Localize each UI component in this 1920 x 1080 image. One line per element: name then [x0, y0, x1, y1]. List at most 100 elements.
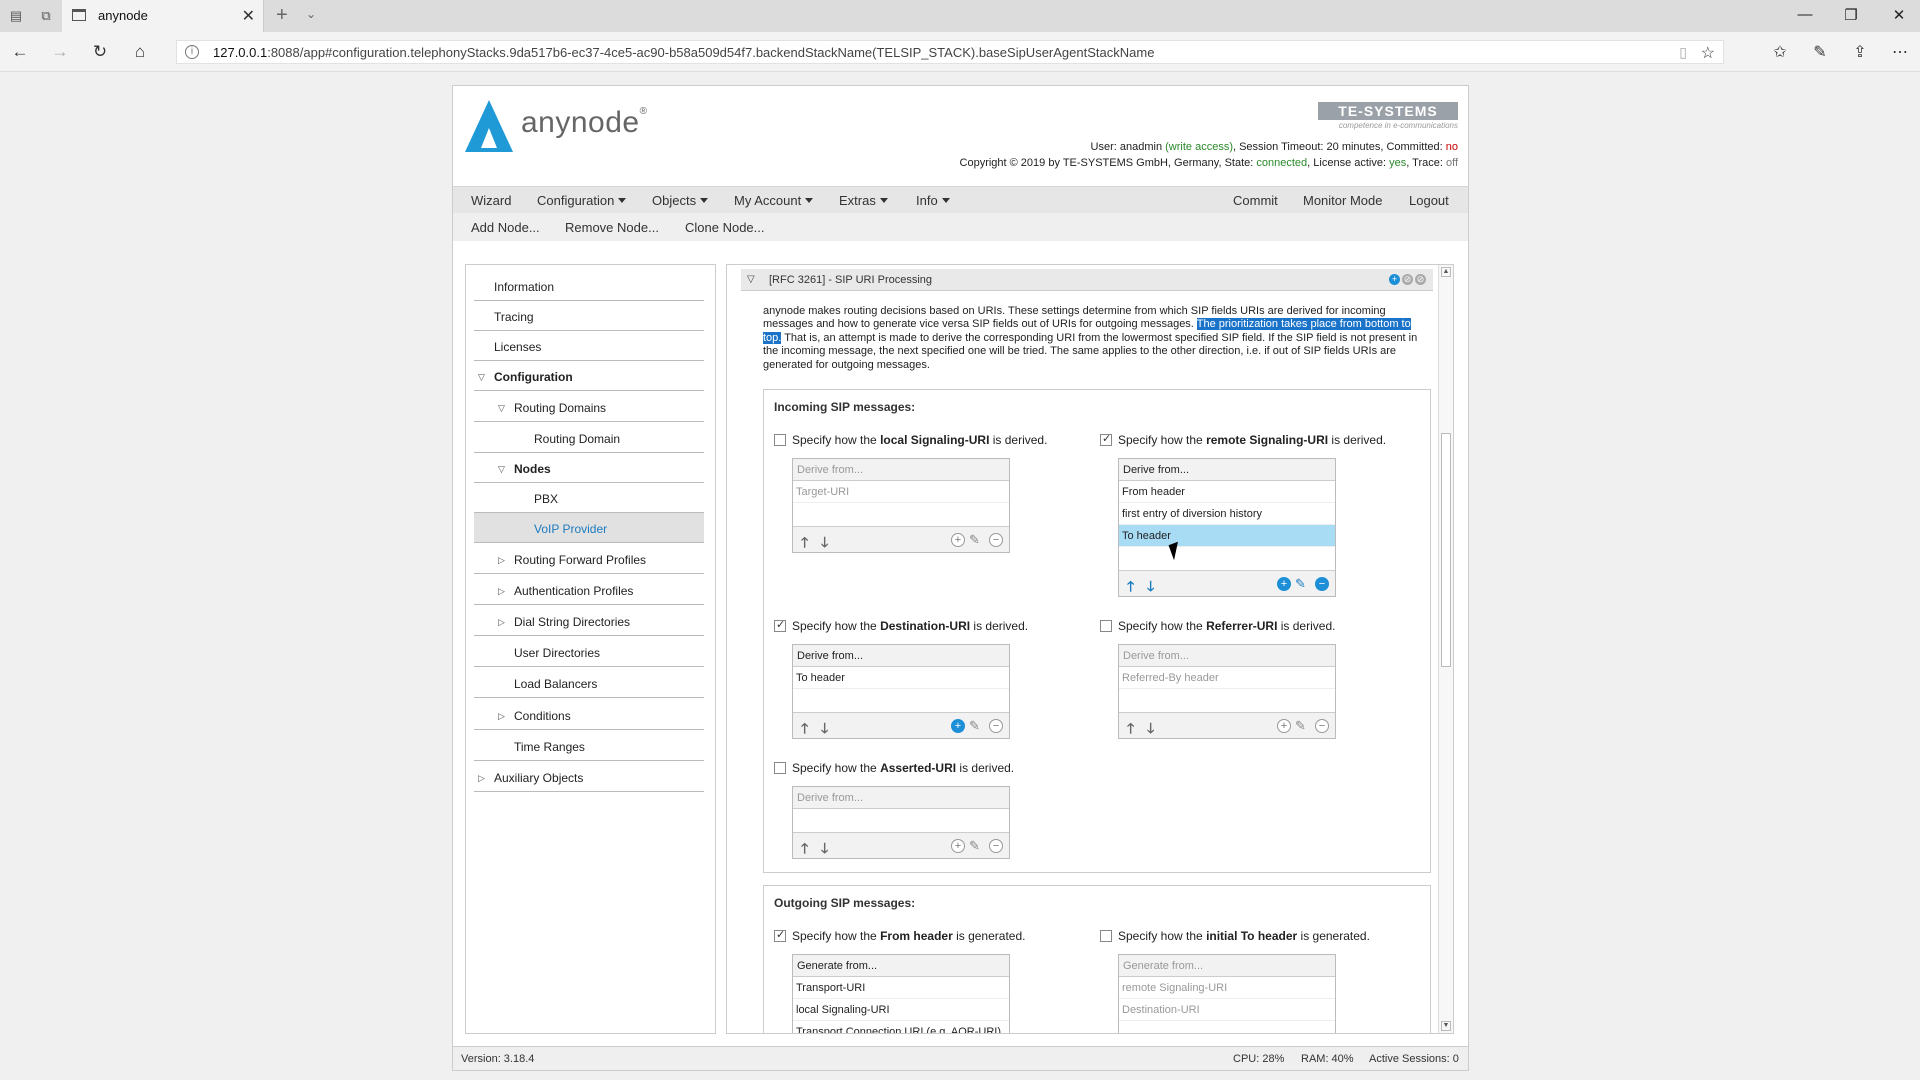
list-item[interactable]: Transport-URI: [793, 977, 1009, 999]
main-scrollbar[interactable]: ▲ ▼: [1438, 265, 1453, 1033]
remote-signaling-checkbox[interactable]: [1100, 432, 1112, 446]
to-header-checkbox[interactable]: [1100, 930, 1112, 942]
add-icon[interactable]: +: [1277, 719, 1291, 733]
remove-icon[interactable]: −: [1315, 577, 1329, 591]
home-icon[interactable]: ⌂: [128, 42, 152, 62]
edit-icon[interactable]: ✎: [969, 718, 980, 734]
menu-logout[interactable]: Logout: [1409, 193, 1449, 208]
move-up-icon[interactable]: 🡑: [801, 532, 808, 556]
sidebar-item-pbx[interactable]: PBX: [474, 483, 704, 513]
collapsed-triangle-icon[interactable]: ▷: [498, 586, 505, 597]
menu-objects[interactable]: Objects: [652, 193, 709, 208]
move-down-icon[interactable]: 🡓: [821, 838, 828, 862]
section-header[interactable]: ▽ [RFC 3261] - SIP URI Processing + ⊘ ⊘: [741, 269, 1433, 291]
close-window-icon[interactable]: ✕: [1884, 6, 1914, 24]
close-tab-icon[interactable]: ✕: [242, 6, 255, 26]
sidebar-item-dial-string-directories[interactable]: ▷ Dial String Directories: [474, 606, 704, 636]
menu-wizard[interactable]: Wizard: [471, 193, 511, 208]
add-icon[interactable]: +: [951, 533, 965, 547]
menu-commit[interactable]: Commit: [1233, 193, 1278, 208]
local-signaling-checkbox[interactable]: [774, 434, 786, 446]
move-down-icon[interactable]: 🡓: [1147, 718, 1154, 742]
move-up-icon[interactable]: 🡑: [1127, 718, 1134, 742]
edit-icon[interactable]: ✎: [969, 838, 980, 854]
referrer-uri-checkbox[interactable]: [1100, 620, 1112, 632]
sidebar-item-routing-domain[interactable]: Routing Domain: [474, 423, 704, 453]
collapsed-triangle-icon[interactable]: ▷: [498, 711, 505, 722]
sidebar-item-licenses[interactable]: Licenses: [474, 331, 704, 361]
list-item[interactable]: From header: [1119, 481, 1335, 503]
asserted-uri-checkbox[interactable]: [774, 762, 786, 774]
favorite-star-icon[interactable]: ☆: [1701, 43, 1715, 63]
move-up-icon[interactable]: 🡑: [1127, 576, 1134, 600]
collapsed-triangle-icon[interactable]: ▷: [478, 773, 485, 784]
expanded-triangle-icon[interactable]: ▽: [498, 403, 505, 414]
menu-configuration[interactable]: Configuration: [537, 193, 627, 208]
sidebar-item-nodes[interactable]: ▽ Nodes: [474, 453, 704, 483]
sidebar-item-routing-forward-profiles[interactable]: ▷ Routing Forward Profiles: [474, 544, 704, 574]
address-bar[interactable]: i 127.0.0.1:8088/app#configuration.telep…: [176, 40, 1724, 64]
site-info-icon[interactable]: i: [185, 45, 199, 59]
expanded-triangle-icon[interactable]: ▽: [498, 464, 505, 475]
list-item[interactable]: local Signaling-URI: [793, 999, 1009, 1021]
refresh-icon[interactable]: ↻: [88, 42, 112, 62]
add-icon[interactable]: +: [951, 839, 965, 853]
list-item[interactable]: remote Signaling-URI: [1119, 977, 1335, 999]
forward-icon[interactable]: →: [48, 42, 72, 62]
move-down-icon[interactable]: 🡓: [1147, 576, 1154, 600]
set-aside-tabs-icon[interactable]: ⧉: [38, 8, 54, 24]
share-icon[interactable]: ⇪: [1848, 42, 1872, 62]
expanded-triangle-icon[interactable]: ▽: [478, 372, 485, 383]
more-icon[interactable]: ⋯: [1888, 42, 1912, 62]
move-up-icon[interactable]: 🡑: [801, 718, 808, 742]
minimize-icon[interactable]: —: [1790, 6, 1820, 23]
move-down-icon[interactable]: 🡓: [821, 718, 828, 742]
list-item[interactable]: Transport Connection URI (e.g. AOR-URI): [793, 1021, 1009, 1033]
favorites-icon[interactable]: ✩: [1768, 42, 1792, 62]
edit-icon[interactable]: ✎: [1295, 576, 1306, 592]
remove-icon[interactable]: −: [989, 839, 1003, 853]
restore-icon[interactable]: ❐: [1836, 6, 1866, 24]
scroll-thumb[interactable]: [1441, 433, 1451, 667]
add-icon[interactable]: +: [1277, 577, 1291, 591]
collapsed-triangle-icon[interactable]: ▷: [498, 617, 505, 628]
reading-view-icon[interactable]: ▯: [1679, 44, 1687, 61]
edit-icon[interactable]: ✎: [969, 532, 980, 548]
edit-icon[interactable]: ✎: [1295, 718, 1306, 734]
help-icon[interactable]: ⊘: [1415, 274, 1426, 285]
sidebar-item-auxiliary-objects[interactable]: ▷ Auxiliary Objects: [474, 762, 704, 792]
new-tab-icon[interactable]: +: [276, 4, 288, 27]
back-icon[interactable]: ←: [8, 42, 32, 62]
sidebar-item-configuration[interactable]: ▽ Configuration: [474, 361, 704, 391]
remove-node-button[interactable]: Remove Node...: [565, 220, 659, 235]
list-item[interactable]: Destination-URI: [1119, 999, 1335, 1021]
sidebar-item-tracing[interactable]: Tracing: [474, 301, 704, 331]
scroll-up-icon[interactable]: ▲: [1441, 267, 1451, 277]
reset-icon[interactable]: ⊘: [1402, 274, 1413, 285]
list-item[interactable]: Referred-By header: [1119, 667, 1335, 689]
expanded-triangle-icon[interactable]: ▽: [747, 274, 755, 285]
add-icon[interactable]: +: [951, 719, 965, 733]
move-down-icon[interactable]: 🡓: [821, 532, 828, 556]
url-text[interactable]: 127.0.0.1:8088/app#configuration.telepho…: [213, 45, 1154, 60]
from-header-checkbox[interactable]: [774, 928, 786, 942]
scroll-down-icon[interactable]: ▼: [1441, 1021, 1451, 1031]
expand-all-icon[interactable]: +: [1389, 274, 1400, 285]
sidebar-item-voip-provider[interactable]: VoIP Provider: [474, 513, 704, 543]
add-node-button[interactable]: Add Node...: [471, 220, 540, 235]
notes-pen-icon[interactable]: ✎: [1808, 42, 1832, 62]
menu-extras[interactable]: Extras: [839, 193, 888, 208]
remove-icon[interactable]: −: [1315, 719, 1329, 733]
list-item[interactable]: first entry of diversion history: [1119, 503, 1335, 525]
move-up-icon[interactable]: 🡑: [801, 838, 808, 862]
sidebar-item-routing-domains[interactable]: ▽ Routing Domains: [474, 392, 704, 422]
menu-info[interactable]: Info: [916, 193, 950, 208]
sidebar-item-user-directories[interactable]: User Directories: [474, 637, 704, 667]
remove-icon[interactable]: −: [989, 533, 1003, 547]
destination-uri-checkbox[interactable]: [774, 618, 786, 632]
tab-preview-chevron-icon[interactable]: ⌄: [306, 7, 316, 21]
remove-icon[interactable]: −: [989, 719, 1003, 733]
list-item[interactable]: To header: [793, 667, 1009, 689]
tab-list-icon[interactable]: ▤: [8, 8, 24, 24]
sidebar-item-load-balancers[interactable]: Load Balancers: [474, 668, 704, 698]
